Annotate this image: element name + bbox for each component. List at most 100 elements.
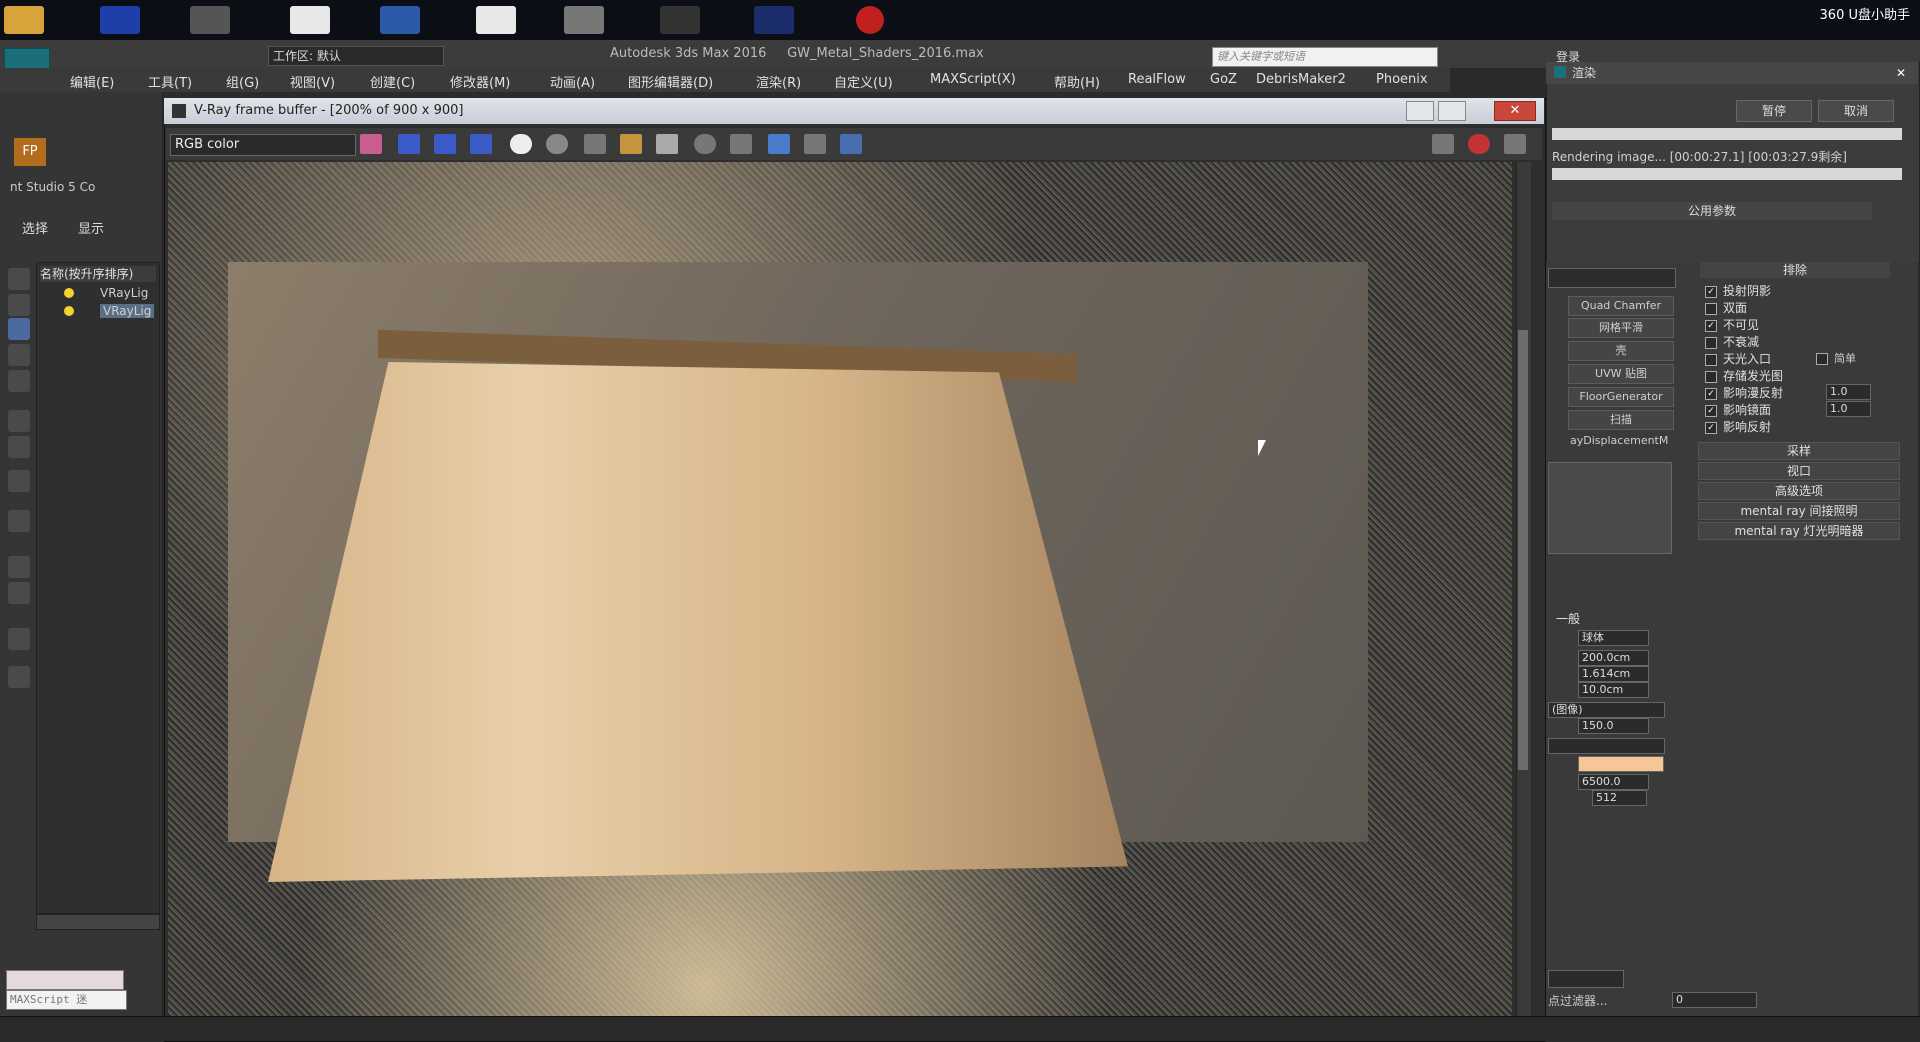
scrollbar-thumb[interactable]: [1518, 330, 1528, 770]
rollout-sampling[interactable]: 采样: [1698, 442, 1900, 460]
rollout-mr-light-shader[interactable]: mental ray 灯光明暗器: [1698, 522, 1900, 540]
res-spinner[interactable]: 512: [1592, 790, 1647, 806]
point-filter-label[interactable]: 点过滤器...: [1548, 992, 1607, 1009]
display-correction-icon[interactable]: [840, 134, 862, 154]
skylight-portal-option[interactable]: 天光入口: [1705, 350, 1771, 367]
store-irradiance-option[interactable]: 存储发光图: [1705, 367, 1783, 384]
channel-dropdown[interactable]: RGB color: [170, 134, 356, 156]
red-channel-icon[interactable]: [398, 134, 420, 154]
cast-shadows-option[interactable]: ✓ 投射阴影: [1705, 282, 1771, 299]
lightbulb-icon[interactable]: [64, 306, 74, 316]
length-spinner[interactable]: 10.0cm: [1578, 682, 1649, 698]
column-header[interactable]: 名称(按升序排序): [40, 266, 156, 282]
cancel-button[interactable]: 取消: [1818, 100, 1894, 122]
floorgenerator-button[interactable]: FloorGenerator: [1568, 387, 1674, 407]
link-icon[interactable]: [804, 134, 826, 154]
quad-chamfer-button[interactable]: Quad Chamfer: [1568, 296, 1674, 316]
list-icon[interactable]: [8, 556, 30, 578]
checkbox[interactable]: [1816, 353, 1828, 365]
layers-icon[interactable]: [8, 294, 30, 316]
affect-reflections-option[interactable]: ✓ 影响反射: [1705, 418, 1771, 435]
menu-views[interactable]: 视图(V): [290, 72, 335, 91]
menu-graph-editors[interactable]: 图形编辑器(D): [628, 72, 713, 91]
color-mode-dropdown[interactable]: [1548, 738, 1665, 754]
shell-button[interactable]: 壳: [1568, 341, 1674, 361]
fp-button[interactable]: FP: [14, 138, 46, 166]
pause-button[interactable]: 暂停: [1736, 100, 1812, 122]
maximize-icon[interactable]: [1438, 101, 1466, 121]
checkbox[interactable]: [1705, 370, 1717, 383]
common-params-rollout[interactable]: 公用参数: [1552, 202, 1872, 220]
menu-create[interactable]: 创建(C): [370, 72, 415, 91]
app-icon[interactable]: [190, 6, 230, 34]
affect-specular-spinner[interactable]: 1.0: [1826, 401, 1871, 417]
lightbulb-icon[interactable]: [64, 288, 74, 298]
rollout-mr-indirect[interactable]: mental ray 间接照明: [1698, 502, 1900, 520]
maxscript-input[interactable]: MAXScript 迷: [6, 990, 127, 1010]
selection-filter-dropdown[interactable]: [1548, 970, 1624, 988]
tab-select[interactable]: 选择: [22, 218, 48, 237]
menu-maxscript[interactable]: MAXScript(X): [930, 72, 1016, 87]
desktop-icon[interactable]: [754, 6, 794, 34]
load-icon[interactable]: [620, 134, 642, 154]
bone-icon[interactable]: [8, 410, 30, 432]
menu-tools[interactable]: 工具(T): [148, 72, 192, 91]
modifier-list-dropdown[interactable]: [1548, 268, 1676, 288]
checkbox-checked[interactable]: ✓: [1705, 387, 1717, 400]
history-icon[interactable]: [694, 134, 716, 154]
no-decay-option[interactable]: 不衰减: [1705, 333, 1759, 350]
checkbox[interactable]: [1705, 336, 1717, 349]
sweep-button[interactable]: 扫描: [1568, 410, 1674, 430]
checkbox-checked[interactable]: ✓: [1705, 404, 1717, 417]
xref-icon[interactable]: [8, 510, 30, 532]
checkbox[interactable]: [1705, 353, 1717, 366]
tree-item-vraylight[interactable]: VRayLig: [100, 286, 148, 300]
render-last-icon[interactable]: [1504, 134, 1526, 154]
menu-animation[interactable]: 动画(A): [550, 72, 595, 91]
light-type-dropdown[interactable]: 球体: [1578, 630, 1649, 646]
affect-specular-option[interactable]: ✓ 影响镜面: [1705, 401, 1771, 418]
close-icon[interactable]: ✕: [1494, 101, 1536, 121]
rollout-viewport[interactable]: 视口: [1698, 462, 1900, 480]
checkbox-checked[interactable]: ✓: [1705, 421, 1717, 434]
camera-icon[interactable]: [8, 344, 30, 366]
blue-channel-icon[interactable]: [470, 134, 492, 154]
modifier-stack-list[interactable]: [1548, 462, 1672, 554]
menu-help[interactable]: 帮助(H): [1054, 72, 1100, 91]
uvw-map-button[interactable]: UVW 贴图: [1568, 364, 1674, 384]
color-channels-icon[interactable]: [360, 134, 382, 154]
light-filter-icon[interactable]: [8, 318, 30, 340]
filter-icon[interactable]: [8, 628, 30, 650]
space-warp-icon[interactable]: [8, 436, 30, 458]
render-canvas[interactable]: [168, 162, 1512, 1032]
tab-display[interactable]: 显示: [78, 218, 104, 237]
exclude-button[interactable]: 排除: [1700, 262, 1890, 278]
light-color-swatch[interactable]: [1578, 756, 1664, 772]
settings-icon[interactable]: [8, 666, 30, 688]
page-icon[interactable]: [8, 582, 30, 604]
green-channel-icon[interactable]: [434, 134, 456, 154]
alpha-icon[interactable]: [510, 134, 532, 154]
usb-helper-label[interactable]: 360 U盘小助手: [1820, 4, 1910, 23]
image-icon[interactable]: [564, 6, 604, 34]
close-icon[interactable]: ✕: [1896, 62, 1906, 84]
simple-option[interactable]: 简单: [1816, 350, 1856, 366]
sphere-icon[interactable]: [8, 268, 30, 290]
car-icon[interactable]: [660, 6, 700, 34]
mono-icon[interactable]: [546, 134, 568, 154]
menu-goz[interactable]: GoZ: [1210, 72, 1237, 87]
tree-item-vraylight-selected[interactable]: VRayLig: [100, 304, 155, 318]
region-render-icon[interactable]: [768, 134, 790, 154]
double-sided-option[interactable]: 双面: [1705, 299, 1747, 316]
meshsmooth-button[interactable]: 网格平滑: [1568, 318, 1674, 338]
document-icon[interactable]: [290, 6, 330, 34]
radius-spinner[interactable]: 1.614cm: [1578, 666, 1649, 682]
general-rollout[interactable]: 一般: [1556, 610, 1580, 627]
rollout-advanced[interactable]: 高级选项: [1698, 482, 1900, 500]
checkbox-checked[interactable]: ✓: [1705, 319, 1717, 332]
menu-group[interactable]: 组(G): [226, 72, 259, 91]
search-input[interactable]: 键入关键字或短语: [1212, 47, 1438, 67]
render-teapot-icon[interactable]: [1432, 134, 1454, 154]
maxscript-listener[interactable]: [6, 970, 124, 990]
monitor-icon[interactable]: [100, 6, 140, 34]
